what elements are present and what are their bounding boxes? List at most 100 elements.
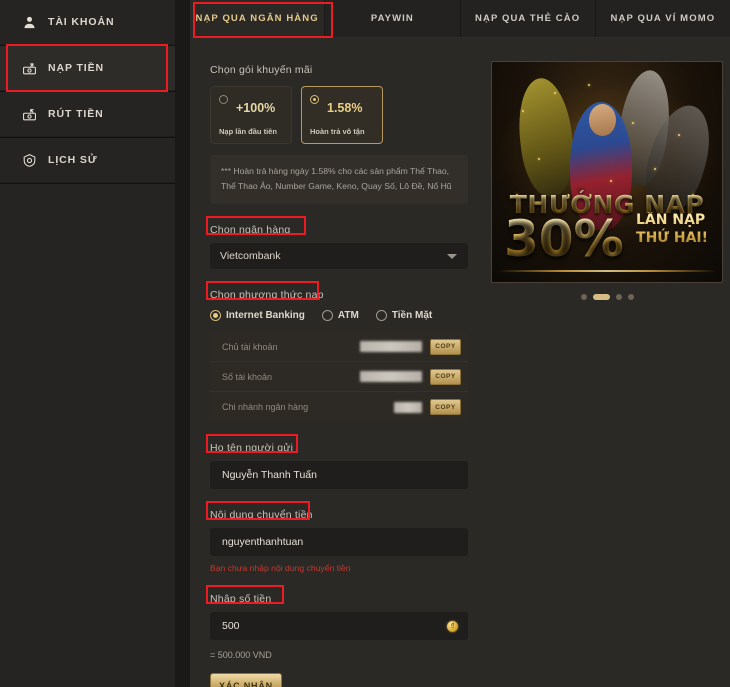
amount-label-wrap: Nhập số tiền xyxy=(206,585,475,612)
banner-subtitle: LẦN NẠP THỨ HAI! xyxy=(636,212,708,247)
sidebar-item-tai-khoan[interactable]: TÀI KHOẢN xyxy=(0,0,175,45)
coin-icon: ₫ xyxy=(447,621,458,633)
sender-name-value: Nguyễn Thanh Tuấn xyxy=(222,469,317,482)
bank-label: Chọn ngân hàng xyxy=(210,224,291,237)
sidebar-item-label: TÀI KHOẢN xyxy=(48,16,115,28)
deposit-form: Chọn gói khuyến mãi +100% Nạp lần đầu ti… xyxy=(190,60,475,687)
content-panel: NẠP QUA NGÂN HÀNG PAYWIN NẠP QUA THẺ CÀO… xyxy=(190,0,730,687)
amount-equivalent: = 500.000 VND xyxy=(210,650,272,661)
tab-nap-qua-the-cao[interactable]: NẠP QUA THẺ CÀO xyxy=(460,0,596,37)
tab-nap-qua-ngan-hang[interactable]: NẠP QUA NGÂN HÀNG xyxy=(190,0,326,37)
bank-selected-value: Vietcombank xyxy=(220,250,281,263)
sidebar-item-label: NẠP TIỀN xyxy=(48,62,105,74)
sender-label-wrap: Họ tên người gửi xyxy=(206,434,475,461)
tab-bar: NẠP QUA NGÂN HÀNG PAYWIN NẠP QUA THẺ CÀO… xyxy=(190,0,730,38)
radio-icon[interactable] xyxy=(310,95,319,104)
banner-divider-line xyxy=(498,270,716,272)
deposit-icon xyxy=(22,61,37,76)
transfer-content-section: Nội dung chuyển tiền nguyenthanhtuan Bạn… xyxy=(206,501,475,574)
promo-card-first-deposit[interactable]: +100% Nạp lần đầu tiên xyxy=(210,86,292,144)
amount-section: Nhập số tiền 500 ₫ = 500.000 VND XÁC NHẬ… xyxy=(206,585,475,687)
user-icon xyxy=(22,15,37,30)
account-field-value-masked xyxy=(360,371,422,383)
amount-input[interactable]: 500 ₫ xyxy=(210,612,468,641)
amount-label: Nhập số tiền xyxy=(210,593,272,606)
radio-icon[interactable] xyxy=(219,95,228,104)
bank-label-wrap: Chọn ngân hàng xyxy=(206,216,475,243)
promo-percent: 1.58% xyxy=(327,101,363,115)
account-field-label: Chủ tài khoản xyxy=(222,341,278,352)
promo-card-top: 1.58% xyxy=(310,94,374,115)
amount-value: 500 xyxy=(222,620,240,633)
radio-tien-mat[interactable]: Tiền Mặt xyxy=(375,310,433,322)
radio-icon xyxy=(210,310,221,322)
radio-icon xyxy=(321,310,333,322)
method-label: Chọn phương thức nạp xyxy=(210,289,324,302)
copy-button[interactable]: COPY xyxy=(430,368,461,385)
radio-label: ATM xyxy=(337,310,359,322)
banner-percent: 30% xyxy=(504,210,624,268)
copy-button[interactable]: COPY xyxy=(430,338,461,355)
promo-section-label: Chọn gói khuyến mãi xyxy=(210,64,313,76)
banner-subtitle-line2: THỨ HAI! xyxy=(636,229,708,246)
carousel-dot[interactable] xyxy=(580,294,587,300)
sidebar-divider xyxy=(0,183,175,184)
promo-card-rebate[interactable]: 1.58% Hoàn trả vô tận xyxy=(301,86,383,144)
promo-card-top: +100% xyxy=(219,94,283,115)
sidebar-item-nap-tien[interactable]: NẠP TIỀN xyxy=(0,46,175,91)
radio-internet-banking[interactable]: Internet Banking xyxy=(210,310,305,322)
promo-banner[interactable]: THƯỞNG NẠP 30% LẦN NẠP THỨ HAI! xyxy=(491,61,723,283)
method-radio-group: Internet Banking ATM Tiền Mặt xyxy=(210,310,475,322)
radio-label: Tiền Mặt xyxy=(391,310,433,322)
transfer-content-value: nguyenthanhtuan xyxy=(222,536,304,549)
radio-atm[interactable]: ATM xyxy=(321,310,359,322)
promo-subtitle: Nạp lần đầu tiên xyxy=(219,127,277,136)
account-field-value-masked xyxy=(394,401,422,413)
body-area: Chọn gói khuyến mãi +100% Nạp lần đầu ti… xyxy=(190,38,730,687)
tab-nap-qua-vi-momo[interactable]: NẠP QUA VÍ MOMO xyxy=(595,0,730,37)
copy-button[interactable]: COPY xyxy=(430,399,461,416)
banner-carousel-dots xyxy=(491,294,723,300)
banner-subtitle-line1: LẦN NẠP xyxy=(636,212,706,228)
tab-label: PAYWIN xyxy=(370,13,414,24)
transfer-content-input[interactable]: nguyenthanhtuan xyxy=(210,528,468,557)
tab-label: NẠP QUA THẺ CÀO xyxy=(475,13,581,24)
account-field-value-masked xyxy=(360,341,422,353)
promo-subtitle: Hoàn trả vô tận xyxy=(310,127,365,136)
withdraw-icon xyxy=(22,107,37,122)
promo-banner-column: THƯỞNG NẠP 30% LẦN NẠP THỨ HAI! xyxy=(475,60,730,687)
bank-section: Chọn ngân hàng Vietcombank xyxy=(206,216,475,270)
sidebar-item-label: LỊCH SỬ xyxy=(48,154,98,166)
history-icon xyxy=(22,153,37,168)
tab-label: NẠP QUA VÍ MOMO xyxy=(610,13,716,24)
confirm-button[interactable]: XÁC NHẬN xyxy=(210,673,282,687)
carousel-dot-active[interactable] xyxy=(592,294,610,300)
deposit-page: TÀI KHOẢN NẠP TIỀN RÚT TIỀN LỊCH SỬ NẠP … xyxy=(0,0,730,687)
method-label-wrap: Chọn phương thức nạp xyxy=(206,281,475,308)
tab-label: NẠP QUA NGÂN HÀNG xyxy=(195,13,319,24)
bank-select[interactable]: Vietcombank xyxy=(210,243,468,270)
transfer-content-error: Bạn chưa nhập nội dung chuyển tiền xyxy=(210,563,351,574)
transfer-content-label: Nội dung chuyển tiền xyxy=(210,509,313,522)
sender-section: Họ tên người gửi Nguyễn Thanh Tuấn xyxy=(206,434,475,490)
account-field-label: Chi nhánh ngân hàng xyxy=(222,402,309,413)
account-row-holder: Chủ tài khoản COPY xyxy=(210,332,468,363)
sidebar-item-lich-su[interactable]: LỊCH SỬ xyxy=(0,138,175,183)
account-row-branch: Chi nhánh ngân hàng COPY xyxy=(210,392,468,422)
promo-percent: +100% xyxy=(236,101,276,115)
tab-paywin[interactable]: PAYWIN xyxy=(325,0,461,37)
banner-wrap: THƯỞNG NẠP 30% LẦN NẠP THỨ HAI! xyxy=(491,61,723,300)
sidebar: TÀI KHOẢN NẠP TIỀN RÚT TIỀN LỊCH SỬ xyxy=(0,0,175,687)
promo-note: *** Hoàn trả hàng ngày 1.58% cho các sản… xyxy=(210,155,468,205)
carousel-dot[interactable] xyxy=(615,294,622,300)
account-field-label: Số tài khoản xyxy=(222,371,273,382)
sidebar-item-label: RÚT TIỀN xyxy=(48,108,104,120)
sidebar-item-rut-tien[interactable]: RÚT TIỀN xyxy=(0,92,175,137)
chevron-down-icon xyxy=(447,254,457,260)
carousel-dot[interactable] xyxy=(627,294,634,300)
account-row-number: Số tài khoản COPY xyxy=(210,362,468,393)
promo-options: +100% Nạp lần đầu tiên 1.58% Hoàn trả vô… xyxy=(210,86,475,144)
sender-name-input[interactable]: Nguyễn Thanh Tuấn xyxy=(210,461,468,490)
content-label-wrap: Nội dung chuyển tiền xyxy=(206,501,475,528)
sender-label: Họ tên người gửi xyxy=(210,442,294,455)
